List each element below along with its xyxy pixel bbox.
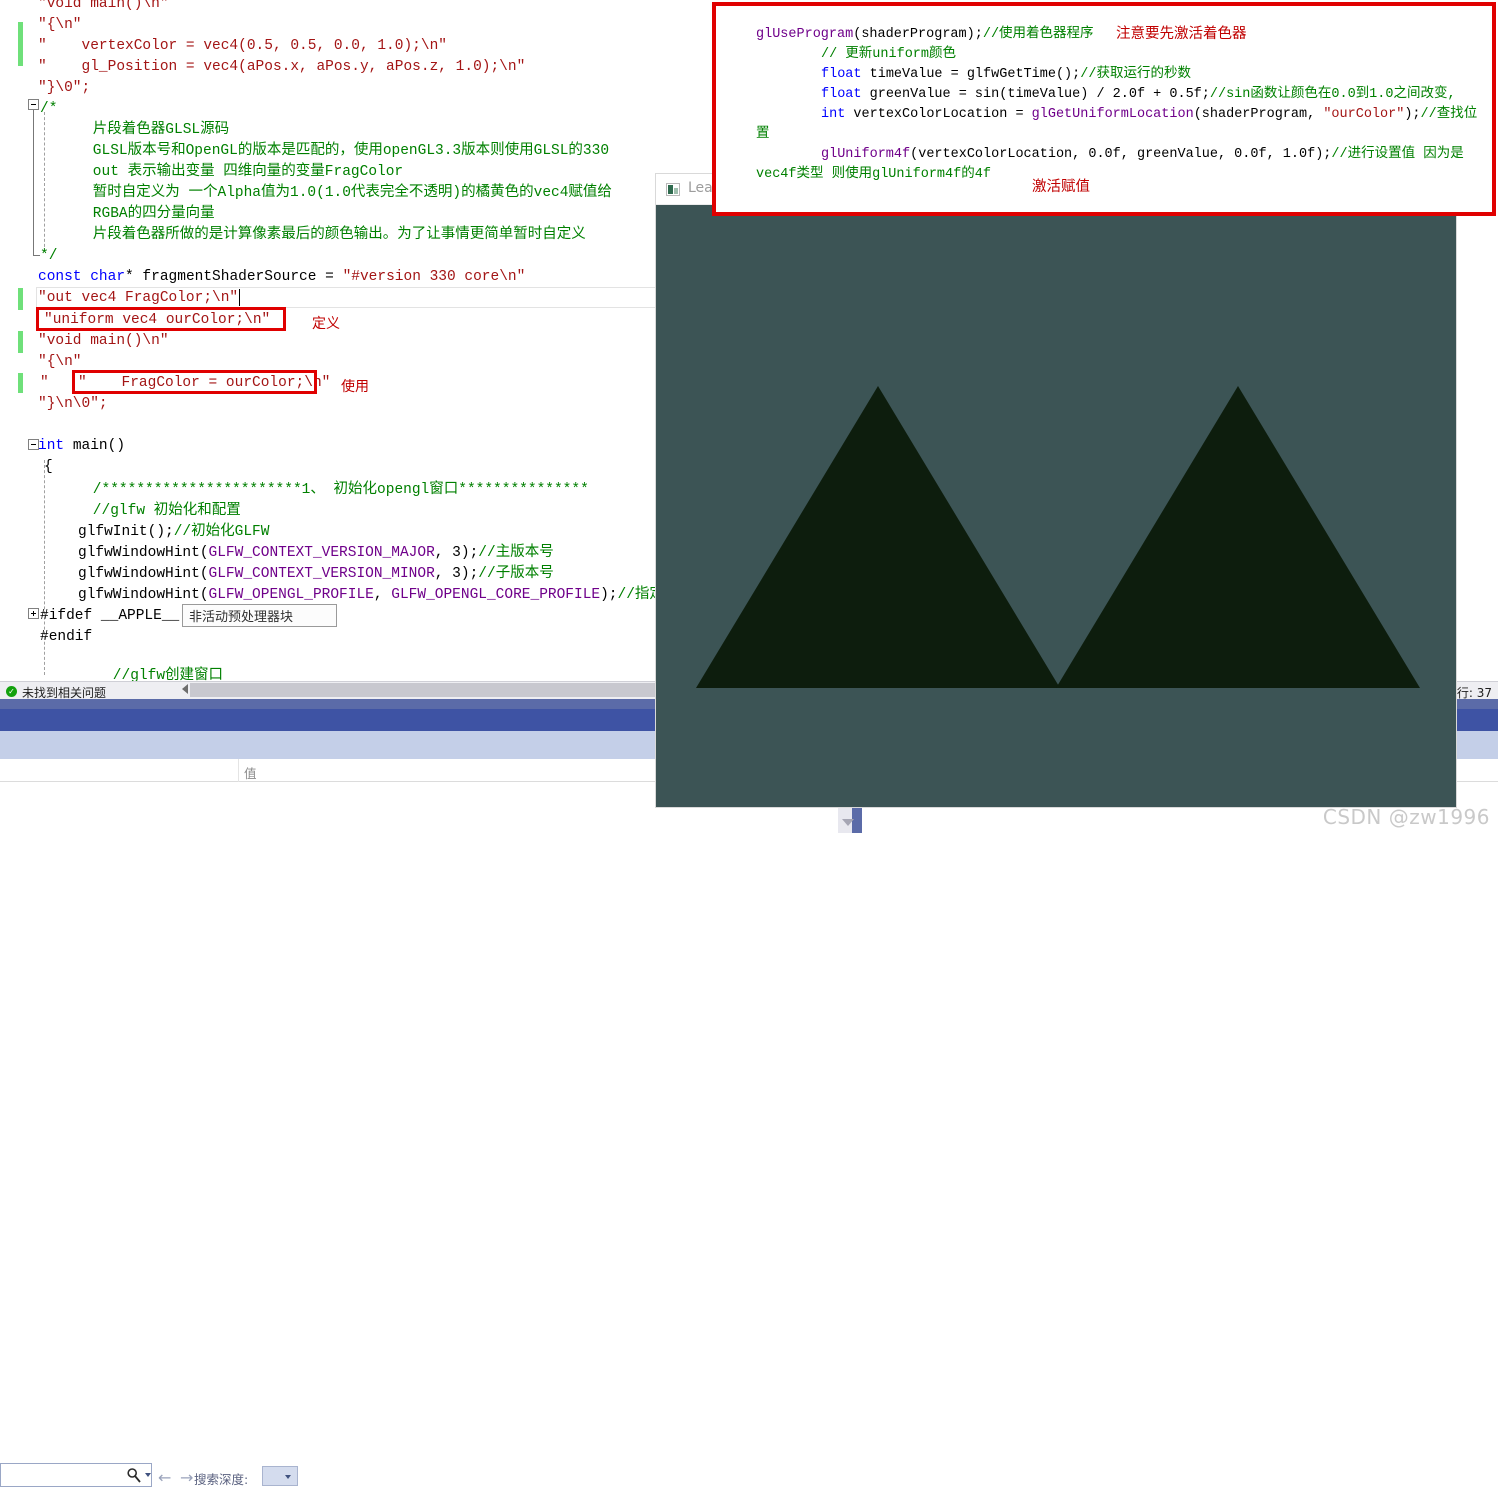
app-icon [666, 183, 680, 196]
magnifier-icon[interactable] [126, 1467, 142, 1483]
overlay-comment-0: //使用着色器程序 [982, 27, 1094, 42]
note-activate-assign: 激活赋值 [1032, 179, 1090, 195]
code-line: out 表示输出变量 四维向量的变量FragColor [58, 164, 404, 180]
overlay-code-text: glUseProgram(shaderProgram);//使用着色器程序 //… [756, 27, 1478, 182]
overlay-comment-1: // 更新uniform颜色 [821, 47, 957, 62]
opengl-canvas[interactable] [656, 205, 1456, 807]
scroll-left-arrow-icon[interactable] [182, 684, 188, 694]
code-line: /***********************1、 初始化opengl窗口**… [58, 482, 589, 498]
code-line: "void main()\n" [38, 0, 169, 12]
redbox-fragcolor-usage [72, 370, 317, 394]
code-line: "}\n\0"; [38, 396, 108, 412]
search-depth-label: 搜索深度: [194, 1472, 249, 1487]
overlay-comment-3: //sin函数让颜色在0.0到1.0之间改变, [1209, 87, 1456, 102]
code-line: 片段着色器所做的是计算像素最后的颜色输出。为了让事情更简单暂时自定义 [58, 227, 586, 243]
text-caret [239, 289, 240, 306]
code-line: "void main()\n" [38, 333, 169, 349]
annotation-define: 定义 [312, 316, 340, 332]
code-line: #endif [40, 629, 93, 645]
code-line: "{\n" [38, 354, 82, 370]
csdn-watermark: CSDN @zw1996 [1322, 805, 1490, 829]
annotated-code-overlay: glUseProgram(shaderProgram);//使用着色器程序 //… [712, 2, 1496, 216]
search-depth-combo[interactable] [262, 1466, 298, 1486]
back-arrow-icon[interactable]: ← [158, 1468, 171, 1487]
inactive-preprocessor-tooltip: 非活动预处理器块 [182, 604, 337, 627]
code-text: "void main()\n" "{\n" " vertexColor = ve… [0, 0, 664, 681]
triangle-right [1056, 383, 1420, 688]
code-line: */ [40, 248, 58, 264]
code-line: RGBA的四分量向量 [58, 206, 215, 222]
code-line: " vertexColor = vec4(0.5, 0.5, 0.0, 1.0)… [38, 38, 447, 54]
scroll-down-arrow-icon[interactable] [842, 819, 854, 826]
chevron-down-icon[interactable] [145, 1473, 151, 1477]
indent-guide [44, 112, 45, 252]
code-line: /* [40, 101, 58, 117]
code-line: #ifdef __APPLE__ [40, 608, 180, 624]
code-line: //glfw 初始化和配置 [58, 503, 241, 519]
code-line: GLSL版本号和OpenGL的版本是匹配的，使用openGL3.3版本则使用GL… [58, 143, 610, 159]
code-line: "{\n" [38, 17, 82, 33]
code-line: "}\0"; [38, 80, 91, 96]
code-line: 暂时自定义为 一个Alpha值为1.0(1.0代表完全不透明)的橘黄色的vec4… [58, 185, 612, 201]
code-line: { [44, 459, 53, 475]
redbox-uniform-definition [36, 307, 286, 331]
column-header-value: 值 [244, 766, 257, 781]
column-divider [238, 759, 239, 782]
code-line: 片段着色器GLSL源码 [58, 122, 230, 138]
triangle-left [696, 383, 1060, 688]
pane-vertical-scrollbar[interactable] [838, 796, 862, 833]
annotation-use: 使用 [341, 379, 369, 395]
check-circle-icon: ✓ [6, 686, 17, 697]
forward-arrow-icon[interactable]: → [180, 1468, 193, 1487]
opengl-window[interactable]: LearnOpenGL — ☐ ✕ [656, 174, 1456, 807]
overlay-comment-2: //获取运行的秒数 [1080, 67, 1191, 82]
code-line: " gl_Position = vec4(aPos.x, aPos.y, aPo… [38, 59, 526, 75]
code-line: //glfw创建窗口 [78, 668, 224, 681]
note-activate-shader: 注意要先激活着色器 [1116, 26, 1247, 42]
